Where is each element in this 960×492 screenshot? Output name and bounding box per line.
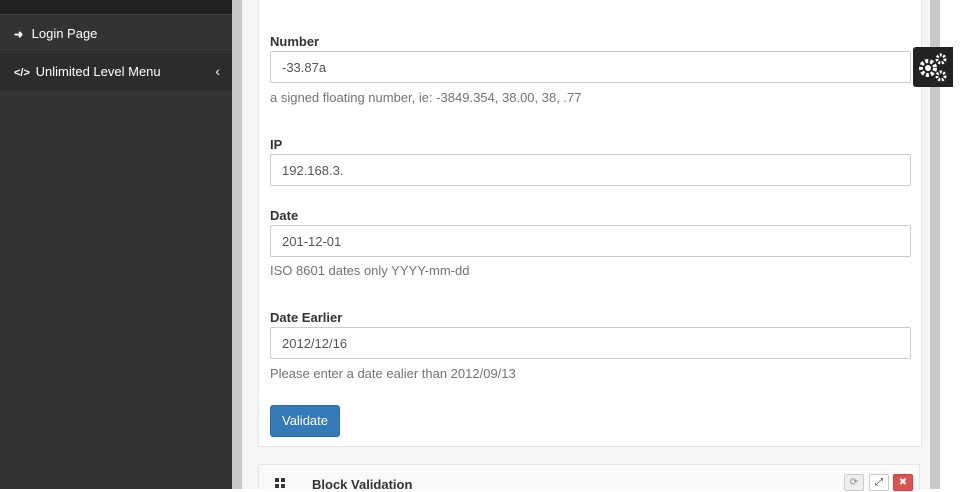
- date-earlier-label: Date Earlier: [270, 310, 343, 325]
- ip-input[interactable]: [270, 154, 911, 186]
- expand-icon: ⤢: [875, 477, 883, 488]
- sidebar-top-strip: [0, 0, 232, 15]
- ip-label: IP: [270, 137, 283, 152]
- date-earlier-input[interactable]: [270, 327, 911, 359]
- number-label: Number: [270, 34, 320, 49]
- refresh-button[interactable]: ⟳: [844, 474, 864, 491]
- sidebar-item-unlimited-level-menu[interactable]: </> Unlimited Level Menu ‹: [0, 53, 232, 90]
- settings-toggle[interactable]: [913, 47, 953, 87]
- validate-button[interactable]: Validate: [270, 405, 340, 437]
- date-help-text: ISO 8601 dates only YYYY-mm-dd: [270, 263, 470, 278]
- date-earlier-help-text: Please enter a date ealier than 2012/09/…: [270, 366, 516, 381]
- date-label: Date: [270, 208, 299, 223]
- sidebar-item-label: Unlimited Level Menu: [35, 64, 161, 79]
- close-icon: ✖: [898, 477, 908, 488]
- expand-button[interactable]: ⤢: [869, 474, 889, 491]
- number-help-text: a signed floating number, ie: -3849.354,…: [270, 90, 582, 105]
- date-input[interactable]: [270, 225, 911, 257]
- gears-icon: [919, 53, 947, 82]
- refresh-icon: ⟳: [849, 477, 859, 488]
- sidebar-splitter: [232, 0, 242, 489]
- sidebar-item-label: Login Page: [31, 26, 98, 41]
- number-input[interactable]: [270, 51, 911, 83]
- grid-icon: [275, 478, 286, 489]
- sidebar-item-login-page[interactable]: ➜ Login Page: [0, 15, 232, 52]
- block-title: Block Validation: [312, 477, 413, 492]
- sidebar: ➜ Login Page </> Unlimited Level Menu ‹: [0, 0, 232, 489]
- chevron-left-icon: ‹: [215, 63, 220, 79]
- sign-in-icon: ➜: [14, 29, 24, 41]
- close-button[interactable]: ✖: [893, 474, 913, 491]
- code-icon: </>: [14, 67, 30, 79]
